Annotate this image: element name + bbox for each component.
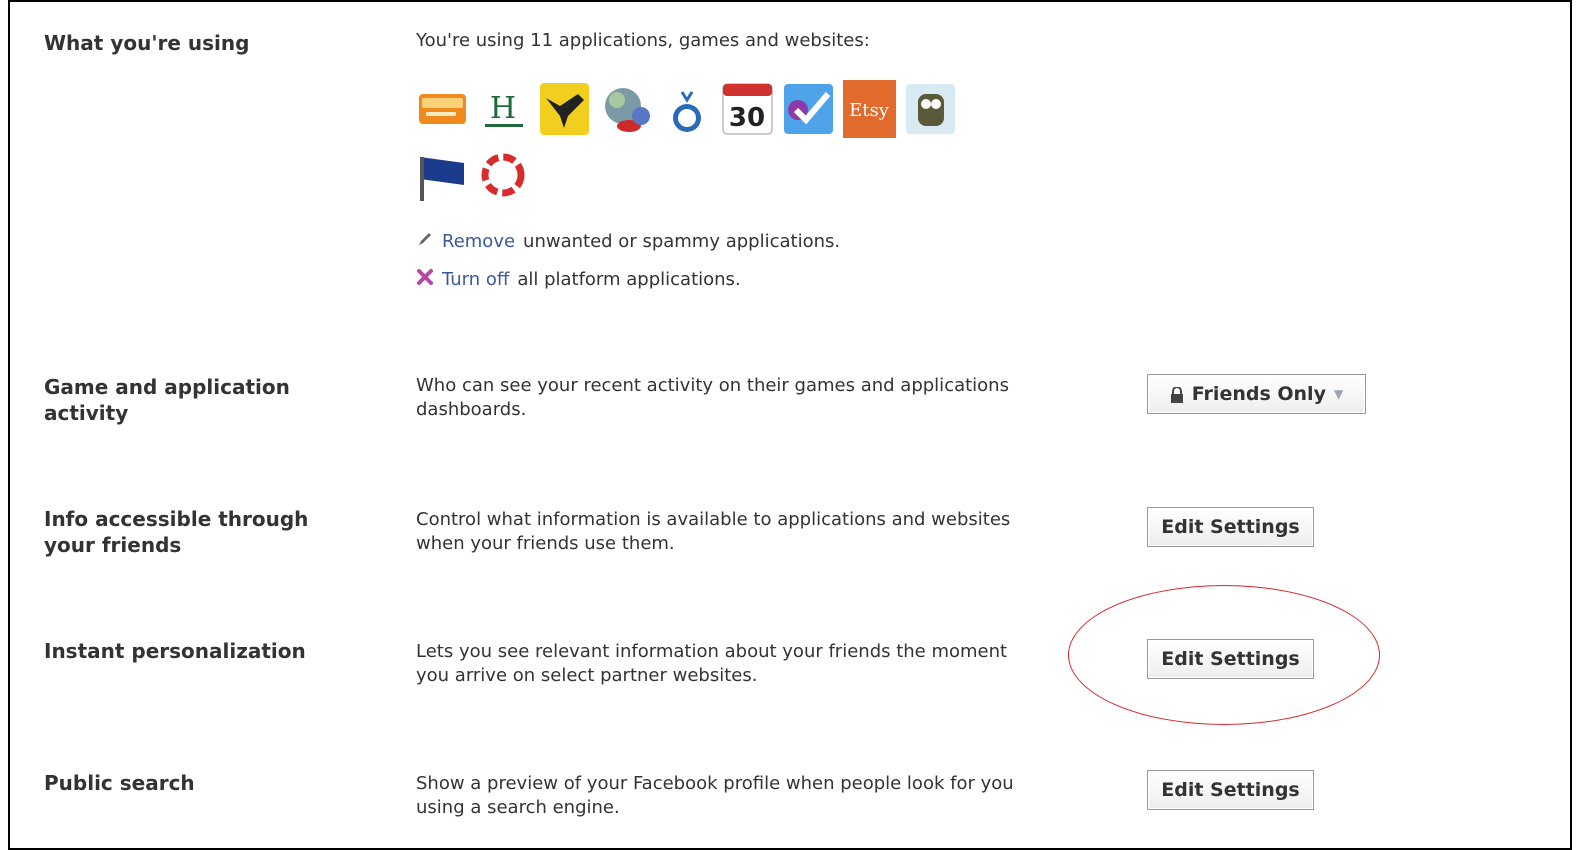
activity-label: Game and application activity	[44, 375, 290, 425]
friends-info-edit-button[interactable]: Edit Settings	[1147, 507, 1314, 547]
friends-info-description: Control what information is available to…	[416, 509, 1011, 554]
swirl-app-icon[interactable]	[477, 145, 530, 203]
lock-icon	[1170, 386, 1184, 403]
turnoff-text: all platform applications.	[517, 269, 741, 290]
svg-text:Etsy: Etsy	[849, 100, 890, 121]
svg-text:H: H	[490, 91, 516, 126]
tv-app-icon[interactable]	[660, 80, 713, 138]
privacy-value: Friends Only	[1191, 383, 1326, 405]
checkmark-app-icon[interactable]	[782, 80, 835, 138]
privacy-dropdown[interactable]: Friends Only ▼	[1147, 374, 1366, 414]
apps-icon-row-1: H 30 Etsy	[416, 80, 957, 138]
disable-icon	[416, 268, 434, 291]
chevron-down-icon: ▼	[1333, 387, 1344, 401]
public-search-edit-button[interactable]: Edit Settings	[1147, 770, 1314, 810]
globe-app-icon[interactable]	[599, 80, 652, 138]
remove-text: unwanted or spammy applications.	[523, 231, 841, 252]
owl-app-icon[interactable]	[904, 80, 957, 138]
turnoff-apps-row: Turn off all platform applications.	[416, 268, 741, 291]
public-search-description: Show a preview of your Facebook profile …	[416, 773, 1014, 818]
friends-info-label: Info accessible through your friends	[44, 507, 309, 557]
orange-banner-app-icon[interactable]	[416, 80, 469, 138]
h-logo-app-icon[interactable]: H	[477, 80, 530, 138]
remove-apps-row: Remove unwanted or spammy applications.	[416, 230, 840, 253]
flag-app-icon[interactable]	[416, 145, 469, 203]
pencil-icon	[416, 230, 434, 253]
public-search-label: Public search	[44, 771, 195, 795]
highlight-callout	[1068, 585, 1380, 725]
apps-icon-row-2	[416, 145, 530, 203]
turnoff-link[interactable]: Turn off	[442, 269, 509, 290]
apps-summary: You're using 11 applications, games and …	[416, 30, 870, 51]
personalization-label: Instant personalization	[44, 639, 306, 663]
using-label: What you're using	[44, 31, 250, 55]
etsy-app-icon[interactable]: Etsy	[843, 80, 896, 138]
personalization-description: Lets you see relevant information about …	[416, 641, 1008, 686]
bird-app-icon[interactable]	[538, 80, 591, 138]
svg-text:30: 30	[729, 103, 765, 133]
calendar-app-icon[interactable]: 30	[721, 80, 774, 138]
remove-link[interactable]: Remove	[442, 231, 515, 252]
activity-description: Who can see your recent activity on thei…	[416, 375, 1009, 420]
